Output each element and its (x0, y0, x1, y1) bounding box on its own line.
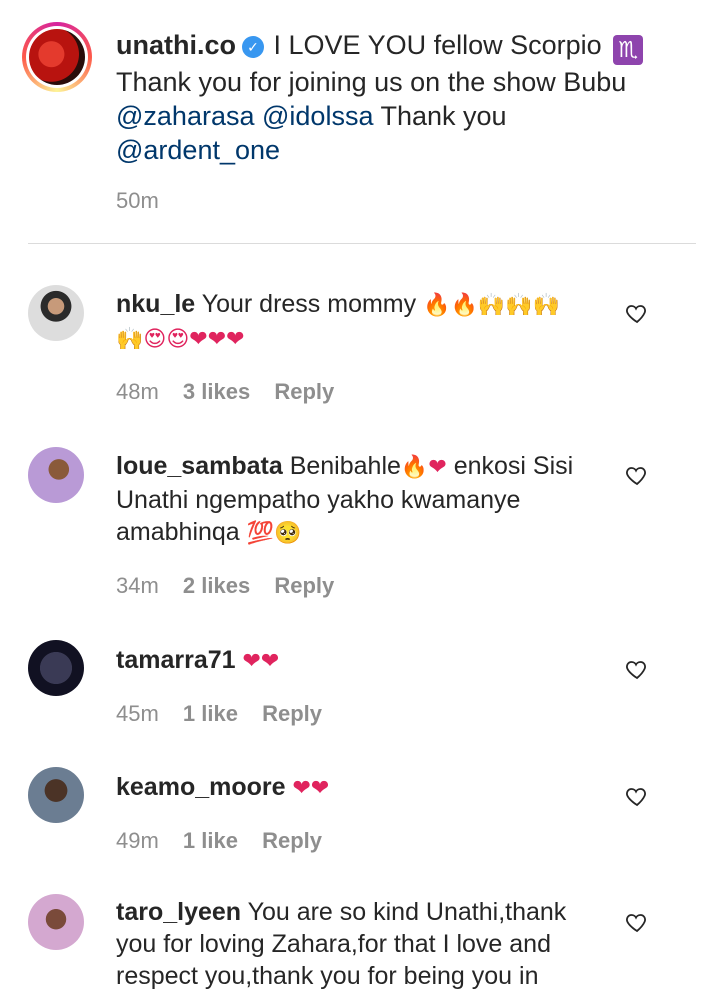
caption-timestamp: 50m (116, 188, 159, 213)
heart-outline-icon[interactable] (625, 784, 649, 808)
reply-button[interactable]: Reply (262, 828, 322, 853)
post-caption: unathi.co ✓ I LOVE YOU fellow Scorpio ♏ T… (0, 0, 720, 240)
comment-text: taro_lyeen You are so kind Unathi,thank … (116, 896, 606, 992)
likes-count[interactable]: 1 like (183, 828, 238, 853)
comment-emoji: 🔥❤ (400, 455, 447, 480)
caption-line-1: I LOVE YOU fellow Scorpio (273, 30, 602, 60)
commenter-avatar[interactable] (28, 285, 84, 341)
comment-body: Benibahle (289, 452, 401, 480)
comment-emoji: ❤❤ (292, 776, 330, 801)
commenter-username[interactable]: loue_sambata (116, 452, 283, 480)
scorpio-icon: ♏ (613, 35, 644, 65)
commenter-username[interactable]: keamo_moore (116, 773, 286, 801)
comment-timestamp: 49m (116, 828, 159, 853)
commenter-avatar[interactable] (28, 447, 84, 503)
comment-timestamp: 48m (116, 379, 159, 404)
author-username[interactable]: unathi.co (116, 30, 236, 60)
comment-text: loue_sambata Benibahle🔥❤ enkosi Sisi Una… (116, 450, 606, 550)
caption-line-2: Thank you for joining us on the show Bub… (116, 67, 627, 97)
mention-link[interactable]: @idolssa (262, 101, 373, 131)
comment-text: tamarra71 ❤❤ (116, 644, 606, 678)
commenter-avatar[interactable] (28, 894, 84, 950)
author-avatar[interactable] (22, 22, 92, 92)
likes-count[interactable]: 1 like (183, 701, 238, 726)
verified-badge-icon: ✓ (242, 36, 264, 58)
likes-count[interactable]: 3 likes (183, 379, 250, 404)
heart-outline-icon[interactable] (625, 301, 649, 325)
commenter-username[interactable]: nku_le (116, 290, 195, 318)
comment-timestamp: 45m (116, 701, 159, 726)
mention-link[interactable]: @ardent_one (116, 135, 280, 165)
comment-text: nku_le Your dress mommy 🔥🔥🙌🙌🙌 🙌😍😍❤❤❤ (116, 288, 606, 356)
caption-text: unathi.co ✓ I LOVE YOU fellow Scorpio ♏ T… (116, 28, 696, 167)
comment-meta: 34m 2 likes Reply (116, 573, 352, 599)
comment-emoji: 💯🥺 (246, 521, 302, 546)
comment-emoji: 🔥🔥🙌🙌🙌 (423, 293, 561, 318)
comment-meta: 45m 1 like Reply (116, 701, 340, 727)
comment-emoji: ❤❤ (242, 649, 280, 674)
comment-meta: 48m 3 likes Reply (116, 379, 352, 405)
comment-text: keamo_moore ❤❤ (116, 771, 606, 805)
comment-timestamp: 34m (116, 573, 159, 598)
commenter-avatar[interactable] (28, 767, 84, 823)
commenter-avatar[interactable] (28, 640, 84, 696)
reply-button[interactable]: Reply (262, 701, 322, 726)
reply-button[interactable]: Reply (274, 573, 334, 598)
comment-body: Your dress mommy (201, 290, 417, 318)
heart-outline-icon[interactable] (625, 657, 649, 681)
likes-count[interactable]: 2 likes (183, 573, 250, 598)
commenter-username[interactable]: tamarra71 (116, 646, 236, 674)
comment-emoji: 🙌😍😍❤❤❤ (116, 327, 245, 352)
caption-line-3: Thank you (380, 101, 507, 131)
mention-link[interactable]: @zaharasa (116, 101, 254, 131)
divider (28, 243, 696, 244)
reply-button[interactable]: Reply (274, 379, 334, 404)
heart-outline-icon[interactable] (625, 910, 649, 934)
commenter-username[interactable]: taro_lyeen (116, 898, 241, 926)
heart-outline-icon[interactable] (625, 463, 649, 487)
comment-meta: 49m 1 like Reply (116, 828, 340, 854)
